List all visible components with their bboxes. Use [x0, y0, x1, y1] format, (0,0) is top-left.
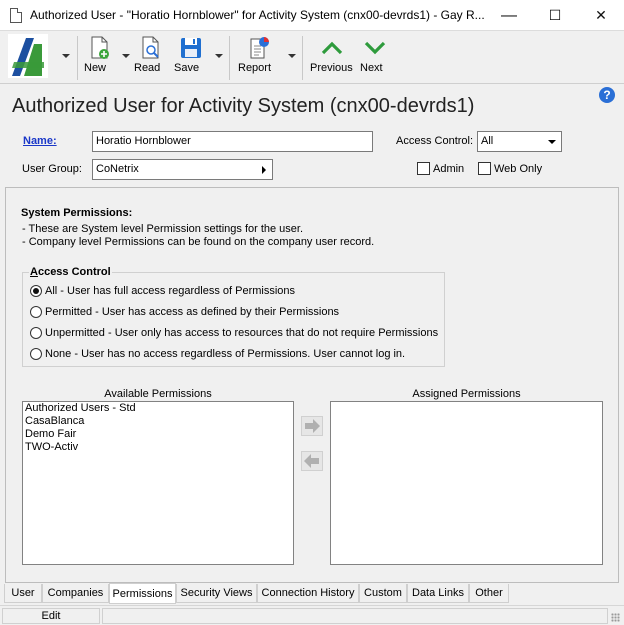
chevron-up-icon: [321, 41, 343, 55]
report-dropdown-icon[interactable]: [288, 54, 296, 58]
chevron-down-icon: [548, 140, 556, 144]
tab-security-views[interactable]: Security Views: [176, 584, 257, 603]
new-button[interactable]: New: [84, 36, 116, 80]
window-title: Authorized User - "Horatio Hornblower" f…: [30, 8, 485, 22]
radio-label: All - User has full access regardless of…: [45, 285, 296, 297]
access-control-label: Access Control:: [396, 135, 474, 147]
status-mode: Edit: [2, 608, 100, 624]
radio-label: Unpermitted - User only has access to re…: [45, 327, 439, 339]
logo-dropdown-icon[interactable]: [62, 54, 70, 58]
access-key-letter: A: [30, 266, 38, 278]
tab-strip: User Companies Permissions Security View…: [0, 583, 624, 604]
name-label: Name:: [23, 135, 57, 147]
user-group-select[interactable]: CoNetrix: [92, 159, 273, 180]
arrow-right-icon: [305, 419, 320, 433]
list-item[interactable]: Demo Fair: [23, 428, 293, 441]
close-button[interactable]: ✕: [578, 0, 624, 31]
toolbar-separator: [302, 36, 303, 80]
web-only-checkbox[interactable]: [478, 162, 491, 175]
web-only-label: Web Only: [494, 163, 543, 175]
radio-button[interactable]: [30, 348, 42, 360]
new-label: New: [84, 62, 107, 74]
tab-other[interactable]: Other: [469, 584, 509, 603]
tab-data-links[interactable]: Data Links: [407, 584, 469, 603]
list-item[interactable]: CasaBlanca: [23, 415, 293, 428]
admin-checkbox[interactable]: [417, 162, 430, 175]
new-dropdown-icon[interactable]: [122, 54, 130, 58]
tab-connection-history[interactable]: Connection History: [257, 584, 359, 603]
minimize-button[interactable]: —: [486, 0, 532, 31]
save-dropdown-icon[interactable]: [215, 54, 223, 58]
save-disk-icon: [181, 38, 201, 58]
admin-label: Admin: [433, 163, 465, 175]
radio-access-all[interactable]: All - User has full access regardless of…: [30, 283, 295, 299]
radio-button[interactable]: [30, 306, 42, 318]
access-control-select[interactable]: All: [477, 131, 562, 152]
permissions-info-line: - Company level Permissions can be found…: [22, 236, 375, 248]
save-label: Save: [174, 62, 200, 74]
tab-user[interactable]: User: [4, 584, 42, 603]
list-item[interactable]: Authorized Users - Std: [23, 402, 293, 415]
radio-label: None - User has no access regardless of …: [45, 348, 406, 360]
next-label: Next: [360, 62, 383, 74]
read-document-icon: [142, 36, 159, 59]
tab-custom[interactable]: Custom: [359, 584, 407, 603]
maximize-button[interactable]: ☐: [532, 0, 578, 31]
arrow-left-icon: [304, 454, 319, 468]
status-message: [102, 608, 608, 624]
permissions-info-line: - These are System level Permission sett…: [22, 223, 304, 235]
tab-companies[interactable]: Companies: [42, 584, 109, 603]
system-permissions-title: System Permissions:: [21, 207, 133, 219]
access-control-group-label: ccess Control: [37, 266, 111, 278]
radio-access-unpermitted[interactable]: Unpermitted - User only has access to re…: [30, 325, 438, 341]
toolbar-separator: [229, 36, 230, 80]
report-label: Report: [238, 62, 272, 74]
previous-label: Previous: [310, 62, 353, 74]
help-icon[interactable]: ?: [599, 87, 615, 103]
remove-permission-button[interactable]: [301, 451, 323, 471]
app-logo-button[interactable]: [6, 34, 50, 78]
page-title: Authorized User for Activity System (cnx…: [12, 95, 475, 117]
save-button[interactable]: Save: [174, 36, 208, 80]
radio-access-permitted[interactable]: Permitted - User has access as defined b…: [30, 304, 339, 320]
chevron-down-icon: [364, 41, 386, 55]
report-icon: [250, 37, 269, 59]
chevron-right-icon: [262, 166, 266, 174]
resize-grip-icon[interactable]: [611, 613, 620, 622]
new-document-icon: [91, 36, 109, 59]
available-permissions-header: Available Permissions: [104, 388, 212, 400]
available-permissions-list[interactable]: Authorized Users - Std CasaBlanca Demo F…: [22, 401, 294, 565]
status-bar: Edit: [0, 605, 624, 625]
previous-button[interactable]: Previous: [310, 36, 354, 80]
name-input[interactable]: Horatio Hornblower: [92, 131, 373, 152]
user-group-label: User Group:: [22, 163, 82, 175]
toolbar: New Read Save Report Previous Next: [0, 32, 624, 84]
radio-label: Permitted - User has access as defined b…: [45, 306, 340, 318]
add-permission-button[interactable]: [301, 416, 323, 436]
user-group-value: CoNetrix: [96, 163, 139, 175]
read-label: Read: [134, 62, 161, 74]
read-button[interactable]: Read: [134, 36, 168, 80]
access-control-group-title: Access Control: [29, 266, 112, 278]
title-bar: Authorized User - "Horatio Hornblower" f…: [0, 0, 624, 31]
app-logo-icon: [8, 34, 48, 78]
assigned-permissions-header: Assigned Permissions: [412, 388, 521, 400]
next-button[interactable]: Next: [360, 36, 390, 80]
list-item[interactable]: TWO-Activ: [23, 441, 293, 454]
toolbar-separator: [77, 36, 78, 80]
assigned-permissions-list[interactable]: [330, 401, 603, 565]
radio-access-none[interactable]: None - User has no access regardless of …: [30, 346, 405, 362]
document-icon: [10, 7, 22, 23]
access-control-value: All: [481, 135, 494, 147]
tab-permissions[interactable]: Permissions: [109, 583, 176, 604]
radio-button[interactable]: [30, 285, 42, 297]
radio-button[interactable]: [30, 327, 42, 339]
report-button[interactable]: Report: [238, 36, 280, 80]
